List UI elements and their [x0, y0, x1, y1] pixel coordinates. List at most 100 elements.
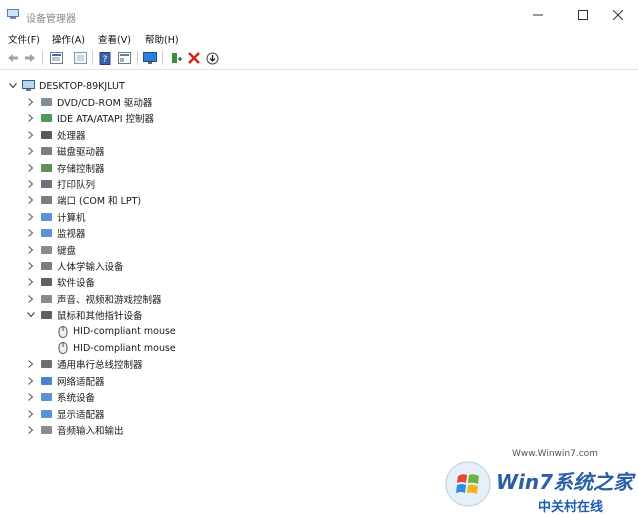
chevron-right-icon[interactable]	[26, 376, 36, 386]
minimize-button[interactable]	[518, 4, 558, 26]
chevron-right-icon[interactable]	[26, 195, 36, 205]
chevron-right-icon[interactable]	[26, 261, 36, 271]
toolbar-separator	[42, 51, 43, 65]
tree-category-2[interactable]: 处理器	[26, 127, 86, 143]
storage-controller-icon	[40, 162, 53, 174]
back-button[interactable]	[6, 51, 20, 65]
update-driver-icon	[206, 52, 218, 64]
menu-file[interactable]: 文件(F)	[8, 32, 40, 46]
tree-category-14[interactable]: 通用串行总线控制器	[26, 356, 143, 372]
network-adapter-icon	[40, 375, 53, 387]
tree-category-label: 声音、视频和游戏控制器	[57, 294, 162, 306]
keyboard-icon	[40, 244, 53, 256]
tree-child-label: HID-compliant mouse	[73, 342, 176, 354]
dvd-drive-icon	[40, 96, 53, 108]
tree-category-9[interactable]: 键盘	[26, 242, 76, 258]
properties-icon	[49, 52, 63, 64]
tree-category-7[interactable]: 计算机	[26, 209, 86, 225]
properties-button[interactable]	[49, 51, 63, 65]
watermark: Win7系统之家 Www.Winwin7.com 中关村在线	[438, 448, 638, 515]
chevron-down-icon[interactable]	[8, 81, 18, 91]
tree-category-label: DVD/CD-ROM 驱动器	[57, 98, 153, 109]
show-hidden-button[interactable]	[73, 51, 87, 65]
tree-child-item[interactable]: HID-compliant mouse	[56, 340, 176, 356]
menu-help[interactable]: 帮助(H)	[145, 32, 179, 46]
chevron-right-icon[interactable]	[26, 212, 36, 222]
tree-category-label: 音频输入和输出	[57, 426, 124, 437]
tree-category-label: 计算机	[57, 212, 86, 224]
maximize-button[interactable]	[563, 4, 603, 26]
menu-view[interactable]: 查看(V)	[98, 32, 131, 46]
tree-category-1[interactable]: IDE ATA/ATAPI 控制器	[26, 110, 154, 126]
printer-icon	[40, 178, 53, 190]
tree-category-label: 人体学输入设备	[57, 262, 124, 273]
title-bar: 设备管理器	[0, 0, 638, 30]
watermark-text: Win7系统之家	[496, 470, 634, 494]
forward-button[interactable]	[23, 51, 37, 65]
tree-category-label: 监视器	[57, 229, 86, 241]
tree-child-label: HID-compliant mouse	[73, 326, 176, 338]
tree-category-13[interactable]: 鼠标和其他指针设备	[26, 307, 143, 323]
tree-category-16[interactable]: 系统设备	[26, 389, 95, 405]
tree-child-item[interactable]: HID-compliant mouse	[56, 324, 176, 340]
chevron-right-icon[interactable]	[26, 392, 36, 402]
tree-category-0[interactable]: DVD/CD-ROM 驱动器	[26, 94, 152, 110]
sound-icon	[40, 293, 53, 305]
tree-category-15[interactable]: 网络适配器	[26, 373, 105, 389]
view-button[interactable]	[117, 51, 131, 65]
help-icon: ?	[99, 51, 110, 65]
show-hidden-icon	[73, 52, 87, 64]
monitor-icon	[40, 227, 53, 239]
chevron-right-icon[interactable]	[26, 97, 36, 107]
chevron-down-icon[interactable]	[26, 310, 36, 320]
device-manager-app-icon	[7, 9, 19, 19]
mouse-icon	[56, 325, 69, 338]
toolbar: ?	[0, 47, 638, 70]
tree-category-18[interactable]: 音频输入和输出	[26, 422, 124, 438]
tree-category-label: IDE ATA/ATAPI 控制器	[57, 114, 155, 126]
chevron-right-icon[interactable]	[26, 294, 36, 304]
tree-category-5[interactable]: 打印队列	[26, 176, 95, 192]
chevron-right-icon[interactable]	[26, 277, 36, 287]
tree-category-label: 通用串行总线控制器	[57, 360, 143, 372]
chevron-right-icon[interactable]	[26, 245, 36, 255]
close-button[interactable]	[598, 4, 638, 26]
update-driver-button[interactable]	[205, 51, 219, 65]
chevron-right-icon[interactable]	[26, 113, 36, 123]
tree-category-12[interactable]: 声音、视频和游戏控制器	[26, 291, 162, 307]
tree-category-6[interactable]: 端口 (COM 和 LPT)	[26, 192, 141, 208]
tree-root[interactable]: DESKTOP-89KJLUT	[8, 78, 125, 94]
tree-category-4[interactable]: 存储控制器	[26, 160, 105, 176]
close-icon	[613, 10, 623, 20]
view-icon	[117, 52, 131, 64]
enable-device-button[interactable]	[169, 51, 183, 65]
device-tree: DESKTOP-89KJLUT DVD/CD-ROM 驱动器 IDE ATA/AT…	[0, 70, 638, 515]
menu-action[interactable]: 操作(A)	[52, 32, 85, 46]
toolbar-separator	[137, 51, 138, 65]
tree-category-10[interactable]: 人体学输入设备	[26, 258, 124, 274]
chevron-right-icon[interactable]	[26, 409, 36, 419]
chevron-right-icon[interactable]	[26, 179, 36, 189]
chevron-right-icon[interactable]	[26, 146, 36, 156]
forward-arrow-icon	[25, 54, 35, 62]
chevron-right-icon[interactable]	[26, 130, 36, 140]
scan-hardware-button[interactable]	[143, 51, 157, 65]
tree-category-label: 存储控制器	[57, 163, 105, 175]
help-button[interactable]: ?	[98, 51, 112, 65]
uninstall-button[interactable]	[187, 51, 201, 65]
window-title: 设备管理器	[26, 14, 76, 25]
toolbar-separator	[162, 51, 163, 65]
tree-category-11[interactable]: 软件设备	[26, 274, 95, 290]
tree-category-3[interactable]: 磁盘驱动器	[26, 143, 105, 159]
chevron-right-icon[interactable]	[26, 359, 36, 369]
tree-category-17[interactable]: 显示适配器	[26, 406, 105, 422]
maximize-icon	[578, 10, 588, 20]
enable-device-icon	[171, 52, 182, 63]
tree-category-label: 软件设备	[57, 278, 96, 290]
chevron-right-icon[interactable]	[26, 228, 36, 238]
tree-category-8[interactable]: 监视器	[26, 225, 86, 241]
chevron-right-icon[interactable]	[26, 163, 36, 173]
chevron-right-icon[interactable]	[26, 425, 36, 435]
processor-icon	[40, 129, 53, 141]
watermark-url: Www.Winwin7.com	[512, 449, 598, 459]
